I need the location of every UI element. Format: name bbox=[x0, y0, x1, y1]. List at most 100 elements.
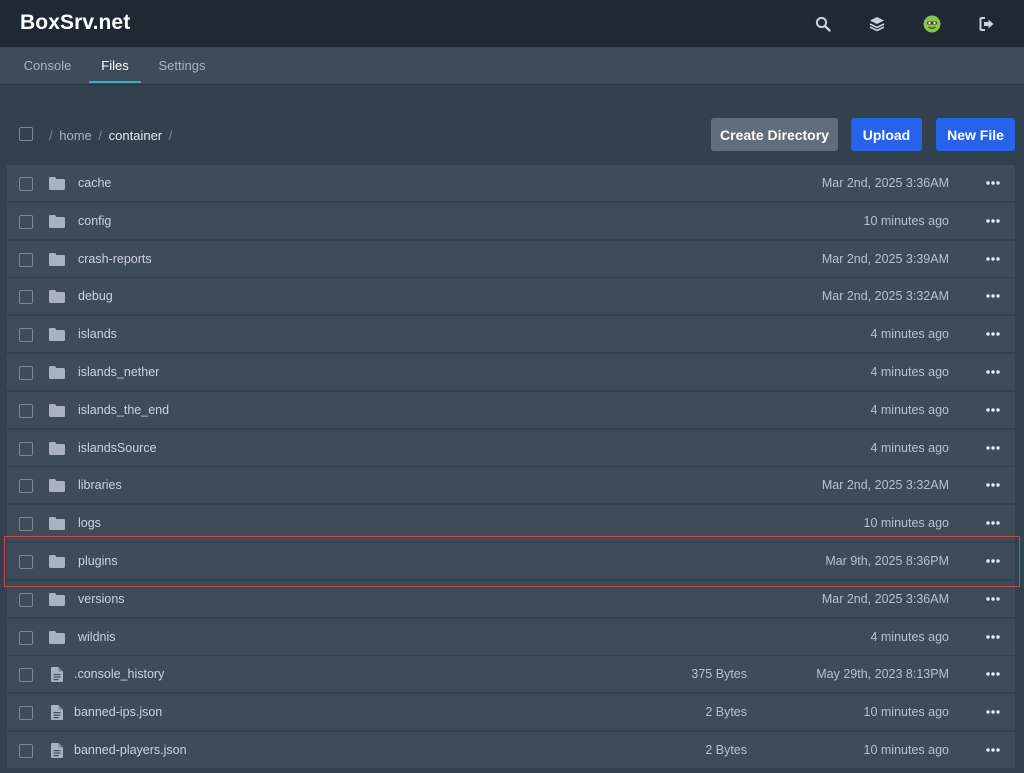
new-file-button[interactable]: New File bbox=[936, 118, 1015, 151]
folder-icon bbox=[48, 288, 66, 305]
file-row[interactable]: islandsSource 4 minutes ago bbox=[7, 430, 1015, 467]
row-checkbox[interactable] bbox=[19, 593, 33, 607]
row-checkbox[interactable] bbox=[19, 744, 33, 758]
file-name[interactable]: crash-reports bbox=[78, 252, 152, 266]
file-icon bbox=[48, 666, 66, 683]
file-name[interactable]: islands bbox=[78, 327, 117, 341]
file-name[interactable]: debug bbox=[78, 289, 113, 303]
file-modified: Mar 2nd, 2025 3:36AM bbox=[821, 592, 949, 606]
row-checkbox[interactable] bbox=[19, 290, 33, 304]
file-name[interactable]: versions bbox=[78, 592, 125, 606]
file-row[interactable]: islands_nether 4 minutes ago bbox=[7, 354, 1015, 391]
file-modified: Mar 2nd, 2025 3:39AM bbox=[821, 252, 949, 266]
more-options-icon[interactable] bbox=[985, 249, 1001, 269]
file-row[interactable]: wildnis 4 minutes ago bbox=[7, 619, 1015, 656]
file-row[interactable]: libraries Mar 2nd, 2025 3:32AM bbox=[7, 467, 1015, 504]
row-checkbox[interactable] bbox=[19, 631, 33, 645]
file-row[interactable]: islands_the_end 4 minutes ago bbox=[7, 392, 1015, 429]
file-name[interactable]: wildnis bbox=[78, 630, 116, 644]
more-options-icon[interactable] bbox=[985, 702, 1001, 722]
file-row[interactable]: config 10 minutes ago bbox=[7, 203, 1015, 240]
file-row[interactable]: islands 4 minutes ago bbox=[7, 316, 1015, 353]
file-row[interactable]: cache Mar 2nd, 2025 3:36AM bbox=[7, 165, 1015, 202]
more-options-icon[interactable] bbox=[985, 551, 1001, 571]
folder-icon bbox=[48, 629, 66, 646]
breadcrumb-current[interactable]: container bbox=[109, 128, 162, 143]
row-checkbox[interactable] bbox=[19, 517, 33, 531]
file-icon bbox=[48, 742, 66, 759]
row-checkbox[interactable] bbox=[19, 366, 33, 380]
row-checkbox[interactable] bbox=[19, 404, 33, 418]
file-name[interactable]: cache bbox=[78, 176, 111, 190]
more-options-icon[interactable] bbox=[985, 589, 1001, 609]
select-all-checkbox[interactable] bbox=[19, 127, 33, 141]
tab-settings[interactable]: Settings bbox=[150, 47, 214, 85]
file-row[interactable]: banned-players.json 2 Bytes 10 minutes ago bbox=[7, 732, 1015, 769]
file-modified: Mar 2nd, 2025 3:32AM bbox=[821, 478, 949, 492]
more-options-icon[interactable] bbox=[985, 475, 1001, 495]
folder-icon bbox=[48, 326, 66, 343]
folder-icon bbox=[48, 553, 66, 570]
file-name[interactable]: .console_history bbox=[74, 667, 164, 681]
file-modified: 10 minutes ago bbox=[863, 705, 949, 719]
row-checkbox[interactable] bbox=[19, 328, 33, 342]
file-row[interactable]: versions Mar 2nd, 2025 3:36AM bbox=[7, 581, 1015, 618]
sub-navigation: Console Files Settings bbox=[0, 47, 1024, 85]
row-checkbox[interactable] bbox=[19, 215, 33, 229]
file-row[interactable]: crash-reports Mar 2nd, 2025 3:39AM bbox=[7, 241, 1015, 278]
file-row[interactable]: plugins Mar 9th, 2025 8:36PM bbox=[7, 543, 1015, 580]
file-row[interactable]: debug Mar 2nd, 2025 3:32AM bbox=[7, 278, 1015, 315]
row-checkbox[interactable] bbox=[19, 177, 33, 191]
more-options-icon[interactable] bbox=[985, 627, 1001, 647]
create-directory-button[interactable]: Create Directory bbox=[711, 118, 838, 151]
file-name[interactable]: config bbox=[78, 214, 111, 228]
app-title[interactable]: BoxSrv.net bbox=[20, 11, 130, 35]
more-options-icon[interactable] bbox=[985, 438, 1001, 458]
file-modified: 4 minutes ago bbox=[870, 365, 949, 379]
file-name[interactable]: banned-ips.json bbox=[74, 705, 162, 719]
folder-icon bbox=[48, 175, 66, 192]
file-row[interactable]: banned-ips.json 2 Bytes 10 minutes ago bbox=[7, 694, 1015, 731]
tab-console[interactable]: Console bbox=[15, 47, 80, 85]
folder-icon bbox=[48, 591, 66, 608]
more-options-icon[interactable] bbox=[985, 286, 1001, 306]
more-options-icon[interactable] bbox=[985, 324, 1001, 344]
file-name[interactable]: islands_the_end bbox=[78, 403, 169, 417]
file-name[interactable]: logs bbox=[78, 516, 101, 530]
more-options-icon[interactable] bbox=[985, 400, 1001, 420]
file-row[interactable]: .console_history 375 Bytes May 29th, 2023 … bbox=[7, 656, 1015, 693]
more-options-icon[interactable] bbox=[985, 740, 1001, 760]
file-modified: Mar 2nd, 2025 3:32AM bbox=[821, 289, 949, 303]
more-options-icon[interactable] bbox=[985, 664, 1001, 684]
more-options-icon[interactable] bbox=[985, 513, 1001, 533]
file-name[interactable]: islands_nether bbox=[78, 365, 159, 379]
avatar-icon[interactable] bbox=[921, 13, 943, 35]
breadcrumb-home[interactable]: home bbox=[59, 128, 92, 143]
row-checkbox[interactable] bbox=[19, 668, 33, 682]
tab-files[interactable]: Files bbox=[89, 47, 141, 85]
search-icon[interactable] bbox=[812, 13, 834, 35]
file-size: 375 Bytes bbox=[691, 667, 747, 681]
folder-icon bbox=[48, 364, 66, 381]
upload-button[interactable]: Upload bbox=[851, 118, 922, 151]
more-options-icon[interactable] bbox=[985, 173, 1001, 193]
file-modified: Mar 2nd, 2025 3:36AM bbox=[821, 176, 949, 190]
logout-icon[interactable] bbox=[976, 13, 998, 35]
layers-icon[interactable] bbox=[866, 13, 888, 35]
file-name[interactable]: plugins bbox=[78, 554, 118, 568]
file-size: 2 Bytes bbox=[705, 743, 747, 757]
more-options-icon[interactable] bbox=[985, 362, 1001, 382]
more-options-icon[interactable] bbox=[985, 211, 1001, 231]
file-name[interactable]: islandsSource bbox=[78, 441, 157, 455]
file-row[interactable]: logs 10 minutes ago bbox=[7, 505, 1015, 542]
file-modified: 10 minutes ago bbox=[863, 214, 949, 228]
row-checkbox[interactable] bbox=[19, 706, 33, 720]
row-checkbox[interactable] bbox=[19, 479, 33, 493]
row-checkbox[interactable] bbox=[19, 555, 33, 569]
file-name[interactable]: banned-players.json bbox=[74, 743, 187, 757]
row-checkbox[interactable] bbox=[19, 442, 33, 456]
row-checkbox[interactable] bbox=[19, 253, 33, 267]
active-tab-indicator bbox=[89, 81, 141, 83]
folder-icon bbox=[48, 251, 66, 268]
file-name[interactable]: libraries bbox=[78, 478, 122, 492]
